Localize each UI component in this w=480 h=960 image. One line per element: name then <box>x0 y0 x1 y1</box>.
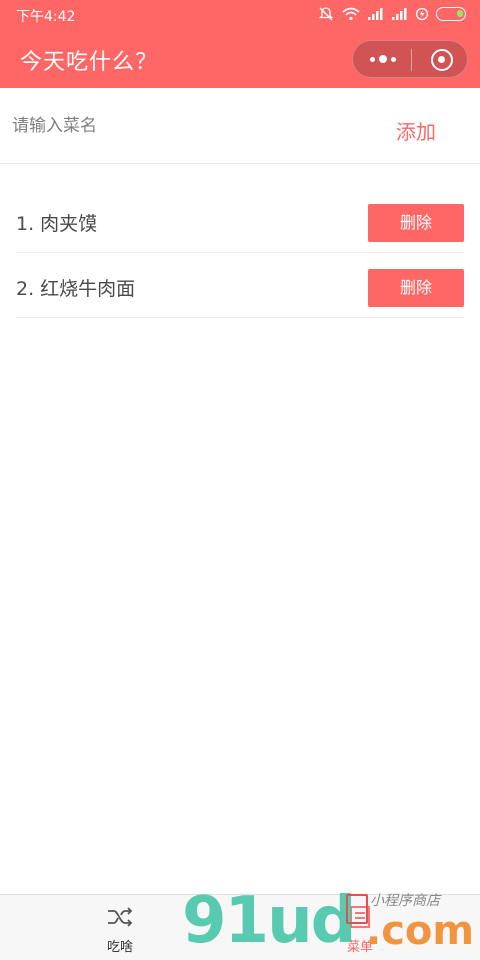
shuffle-icon <box>108 907 133 927</box>
tab-label: 吃啥 <box>106 940 133 955</box>
dish-name-input[interactable] <box>12 108 352 144</box>
battery-icon <box>436 7 466 21</box>
more-icon[interactable] <box>370 55 396 65</box>
dish-label: 2. 红烧牛肉面 <box>16 278 136 300</box>
dish-list: 1. 肉夹馍 删除 2. 红烧牛肉面 删除 <box>16 188 464 318</box>
delete-button[interactable]: 删除 <box>368 204 464 242</box>
tab-eat[interactable]: 吃啥 <box>60 895 180 960</box>
status-time: 下午4:42 <box>16 9 76 25</box>
status-icons <box>318 6 466 22</box>
delete-button[interactable]: 删除 <box>368 269 464 307</box>
status-bar: 下午4:42 <box>0 0 480 30</box>
capsule-divider <box>411 49 412 71</box>
tab-label: 菜单 <box>346 940 373 955</box>
tab-bar: 吃啥 菜单 <box>0 894 480 960</box>
charging-icon <box>416 7 428 21</box>
signal-icon-2 <box>392 8 407 20</box>
add-dish-row: 添加 <box>0 88 480 164</box>
top-bar: 下午4:42 今天吃什么？ <box>0 0 480 88</box>
tab-menu[interactable]: 菜单 <box>300 895 420 960</box>
page-title: 今天吃什么？ <box>20 50 159 75</box>
list-item: 1. 肉夹馍 删除 <box>16 188 464 253</box>
add-button[interactable]: 添加 <box>396 116 436 145</box>
close-target-icon[interactable] <box>431 49 453 71</box>
mini-program-capsule <box>352 40 468 78</box>
signal-icon <box>368 8 383 20</box>
mute-bell-icon <box>318 7 334 21</box>
menu-icon <box>350 906 370 928</box>
dish-label: 1. 肉夹馍 <box>16 213 98 235</box>
list-item: 2. 红烧牛肉面 删除 <box>16 253 464 318</box>
wifi-icon <box>342 7 360 21</box>
